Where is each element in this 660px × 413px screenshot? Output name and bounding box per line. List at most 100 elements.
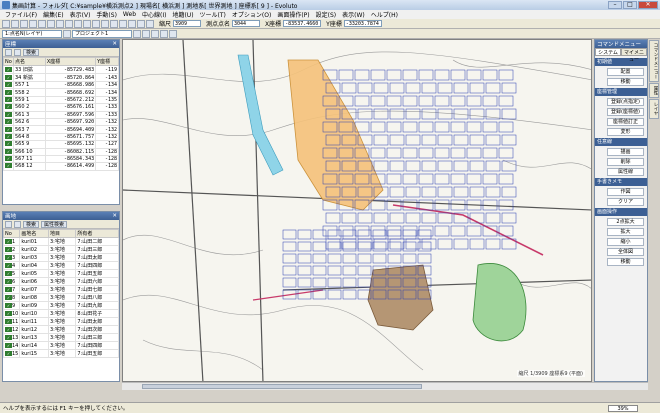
check-icon[interactable]: ✓: [5, 334, 12, 340]
check-icon[interactable]: ✓: [5, 238, 12, 244]
menu-item-2[interactable]: 表示(V): [67, 10, 94, 19]
table-row[interactable]: ✓ 5 kuri05 3:宅地 7:山田五郎: [2, 269, 119, 278]
table-row[interactable]: ✓ 10 kuri10 3:宅地 8:山田花子: [2, 309, 119, 318]
zoom-in-icon[interactable]: [83, 19, 91, 28]
check-icon[interactable]: ✓: [5, 149, 12, 154]
table-row[interactable]: ✓ 559 1 -85672.212 -135: [3, 95, 119, 105]
layer-select[interactable]: 1:点名N(レイヤ): [2, 29, 62, 38]
tab-my-menu[interactable]: マイメニュー: [621, 48, 647, 63]
table-row[interactable]: ✓ 568 12 -86614.499 -128: [3, 162, 119, 171]
menu-item-0[interactable]: ファイル(F): [2, 10, 40, 19]
check-icon[interactable]: ✓: [5, 112, 12, 117]
table-row[interactable]: ✓ 567 11 -86584.343 -128: [3, 154, 119, 164]
points_panel-col-header[interactable]: X座標: [44, 57, 97, 66]
check-icon[interactable]: ✓: [5, 104, 12, 110]
check-icon[interactable]: ✓: [5, 326, 12, 332]
table-row[interactable]: ✓ 558 2 -85668.692 -134: [3, 88, 119, 97]
point-input[interactable]: [232, 20, 261, 27]
check-icon[interactable]: ✓: [5, 97, 12, 102]
check-icon[interactable]: ✓: [5, 270, 12, 276]
table-row[interactable]: ✓ 566 10 -86082.115 -128: [3, 147, 119, 156]
command-button[interactable]: 変形: [607, 128, 644, 136]
check-icon[interactable]: ✓: [5, 126, 12, 132]
command-button[interactable]: 2点拡大: [607, 218, 644, 226]
table-row[interactable]: ✓ 9 kuri09 3:宅地 7:山田九郎: [2, 301, 119, 310]
layer-icon[interactable]: [128, 19, 136, 28]
check-icon[interactable]: ✓: [5, 82, 12, 88]
measure-icon[interactable]: [137, 19, 145, 28]
check-icon[interactable]: ✓: [5, 254, 12, 260]
check-icon[interactable]: ✓: [5, 310, 12, 316]
check-icon[interactable]: ✓: [5, 163, 12, 169]
menu-item-5[interactable]: 中心線(I): [139, 10, 169, 19]
horizontal-scrollbar[interactable]: [122, 382, 648, 390]
pan-icon[interactable]: [101, 19, 109, 28]
table-row[interactable]: ✓ 4 kuri04 3:宅地 7:山田四郎: [2, 261, 119, 270]
check-icon[interactable]: ✓: [5, 278, 12, 284]
snap-icon[interactable]: [142, 29, 150, 38]
paste-icon[interactable]: [74, 19, 82, 28]
command-button[interactable]: 描画: [607, 148, 644, 156]
copy-icon[interactable]: [65, 19, 73, 28]
maximize-button[interactable]: □: [623, 1, 637, 9]
table-row[interactable]: ✓ 3 kuri03 3:宅地 7:山田太郎: [2, 253, 119, 262]
table-row[interactable]: ✓ 8 kuri08 3:宅地 7:山田八郎: [2, 293, 119, 302]
grid-icon[interactable]: [119, 19, 127, 28]
save-icon[interactable]: [20, 19, 28, 28]
lots_panel-col-header[interactable]: No: [2, 229, 21, 238]
refresh-icon[interactable]: [110, 19, 118, 28]
check-icon[interactable]: ✓: [5, 342, 12, 348]
table-row[interactable]: ✓ 565 9 -85695.132 -127: [3, 140, 119, 149]
menu-item-12[interactable]: ヘルプ(H): [368, 10, 401, 19]
table-row[interactable]: ✓ 564 8 -85671.757 -132: [3, 132, 119, 142]
command-button[interactable]: 縮小: [607, 238, 644, 246]
line-icon[interactable]: [151, 29, 159, 38]
text-icon[interactable]: [169, 29, 177, 38]
command-button[interactable]: 属性線: [607, 168, 644, 176]
close-icon[interactable]: ✕: [112, 213, 119, 219]
table-row[interactable]: ✓ 6 kuri06 3:宅地 7:山田六郎: [2, 277, 119, 286]
polygon-icon[interactable]: [160, 29, 168, 38]
check-icon[interactable]: ✓: [5, 286, 12, 292]
table-row[interactable]: ✓ 12 kuri12 3:宅地 7:山田次郎: [2, 325, 119, 334]
table-row[interactable]: ✓ 1 kuri01 3:宅地 7:山田二郎: [2, 237, 119, 246]
project-icon[interactable]: [133, 29, 141, 38]
command-button[interactable]: 座標値訂正: [607, 118, 644, 126]
table-row[interactable]: ✓ 15 kuri15 3:宅地 7:山田五郎: [2, 349, 119, 358]
menu-item-8[interactable]: オプション(O): [229, 10, 274, 19]
check-icon[interactable]: ✓: [5, 74, 12, 80]
table-row[interactable]: ✓ 563 7 -85694.409 -132: [3, 125, 119, 134]
menu-item-1[interactable]: 編集(E): [40, 10, 66, 19]
command-button[interactable]: 全体図: [607, 248, 644, 256]
check-icon[interactable]: ✓: [5, 156, 12, 162]
check-icon[interactable]: ✓: [5, 66, 12, 72]
check-icon[interactable]: ✓: [5, 318, 12, 324]
x-input[interactable]: [283, 20, 322, 27]
command-button[interactable]: 拡大: [607, 228, 644, 236]
print-icon[interactable]: [29, 19, 37, 28]
command-button[interactable]: クリア: [607, 198, 644, 206]
table-row[interactable]: ✓ 557 1 -85668.986 -134: [3, 80, 119, 90]
table-row[interactable]: ✓ 2 kuri02 3:宅地 7:山田三郎: [2, 245, 119, 254]
tab-system[interactable]: システム: [595, 48, 621, 56]
settings-icon[interactable]: [146, 19, 154, 28]
menu-item-10[interactable]: 設定(S): [313, 10, 340, 19]
table-row[interactable]: ✓ 34 新拡 -85720.864 -143: [3, 73, 119, 82]
command-button[interactable]: 登録(座標値): [607, 108, 644, 116]
check-icon[interactable]: ✓: [5, 262, 12, 268]
lots-search-button[interactable]: 検索: [23, 220, 40, 228]
command-button[interactable]: 移動: [607, 258, 644, 266]
menu-item-11[interactable]: 表示(W): [339, 10, 368, 19]
lots_panel-col-header[interactable]: 地目: [47, 229, 77, 238]
layer-prop-icon[interactable]: [63, 29, 71, 38]
check-icon[interactable]: ✓: [5, 246, 12, 252]
zoom-out-icon[interactable]: [92, 19, 100, 28]
menu-item-6[interactable]: 地籍(U): [169, 10, 196, 19]
table-row[interactable]: ✓ 14 kuri14 3:宅地 7:山田四郎: [2, 341, 119, 350]
command-button[interactable]: 移動: [607, 78, 644, 86]
cut-icon[interactable]: [56, 19, 64, 28]
undo-icon[interactable]: [38, 19, 46, 28]
side-tab-command[interactable]: コマンドメニュー: [649, 40, 659, 82]
scale-input[interactable]: [173, 20, 202, 27]
table-row[interactable]: ✓ 7 kuri07 3:宅地 7:山田七郎: [2, 285, 119, 294]
